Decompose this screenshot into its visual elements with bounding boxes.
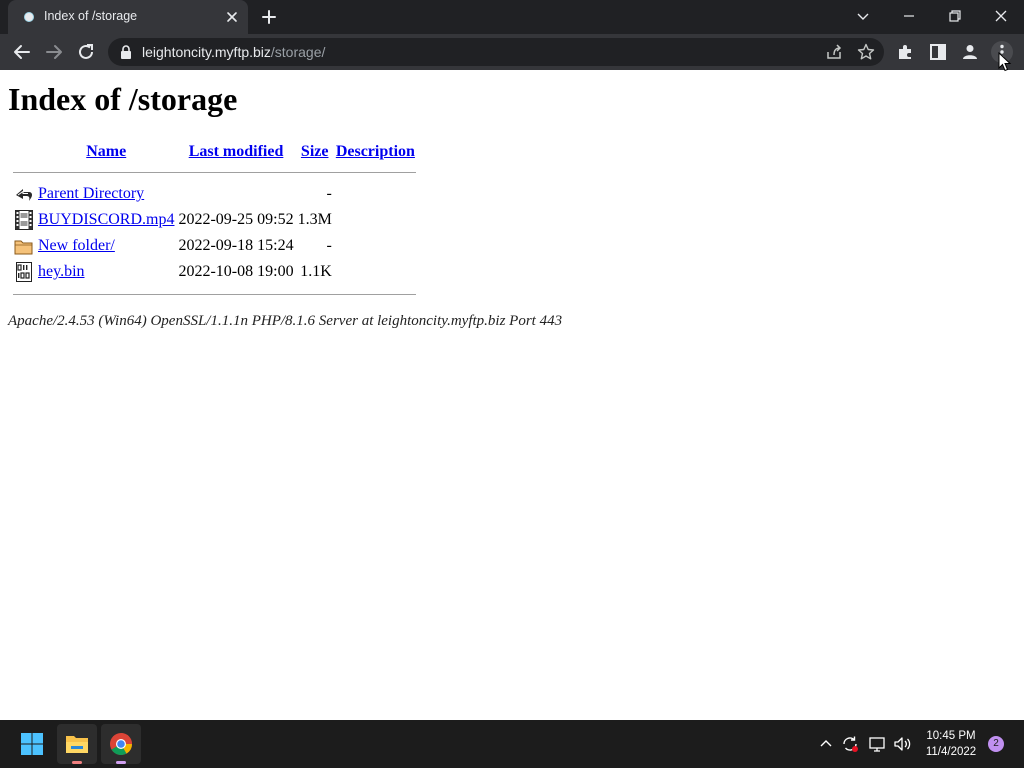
entry-description-cell <box>335 208 416 232</box>
profile-icon[interactable] <box>958 40 982 64</box>
tab-index-of-storage[interactable]: Index of /storage <box>8 0 248 34</box>
sync-icon[interactable] <box>840 734 860 754</box>
restore-icon[interactable] <box>942 4 968 28</box>
folder-link-new-folder[interactable]: New folder/ <box>38 237 115 254</box>
page-title: Index of /storage <box>8 81 238 117</box>
folder-icon <box>14 240 33 255</box>
directory-listing-table: Name Last modified Size Description Pare… <box>11 139 418 304</box>
table-row: hey.bin 2022-10-08 19:00 1.1K <box>13 260 416 284</box>
bookmark-star-icon[interactable] <box>856 42 876 62</box>
entry-name-cell: hey.bin <box>37 260 175 284</box>
description-column-header: Description <box>335 141 416 162</box>
notification-badge[interactable]: 2 <box>988 736 1004 752</box>
url-host: leightoncity.myftp.biz <box>142 44 271 60</box>
binary-file-icon <box>16 262 32 282</box>
entry-modified-cell: 2022-09-25 09:52 <box>178 211 294 228</box>
file-link-hey-bin[interactable]: hey.bin <box>38 263 85 280</box>
divider-row <box>13 164 416 180</box>
entry-modified-cell <box>177 182 294 206</box>
share-icon[interactable] <box>824 42 844 62</box>
entry-size-cell: 1.3M <box>297 211 332 228</box>
mouse-cursor-icon <box>998 52 1012 72</box>
entry-size-cell: 1.1K <box>300 263 332 280</box>
file-explorer-icon <box>66 736 88 753</box>
browser-title-bar: Index of /storage <box>0 0 1024 34</box>
url-text[interactable]: leightoncity.myftp.biz/storage/ <box>142 44 325 60</box>
server-signature: Apache/2.4.53 (Win64) OpenSSL/1.1.1n PHP… <box>8 313 563 329</box>
minimize-icon[interactable] <box>896 4 922 28</box>
close-window-icon[interactable] <box>988 4 1014 28</box>
clock-time: 10:45 PM <box>926 730 976 742</box>
divider <box>13 171 416 173</box>
extensions-puzzle-icon[interactable] <box>894 40 918 64</box>
sort-by-size-link[interactable]: Size <box>301 143 329 160</box>
divider <box>13 293 416 295</box>
table-row: BUYDISCORD.mp4 2022-09-25 09:52 1.3M <box>13 208 416 232</box>
sort-by-name-link[interactable]: Name <box>86 143 126 160</box>
last-modified-column-header: Last modified <box>177 141 294 162</box>
entry-icon-cell <box>13 208 35 232</box>
chrome-icon <box>110 733 132 755</box>
network-icon[interactable] <box>868 734 888 754</box>
reload-icon[interactable] <box>74 40 98 64</box>
close-tab-icon[interactable] <box>222 7 242 27</box>
entry-icon-cell <box>13 182 35 206</box>
file-link-buydiscord[interactable]: BUYDISCORD.mp4 <box>38 211 174 228</box>
table-row: Parent Directory - <box>13 182 416 206</box>
windows-start-icon[interactable] <box>20 732 44 756</box>
side-panel-icon[interactable] <box>926 40 950 64</box>
entry-description-cell <box>335 182 416 206</box>
running-indicator <box>72 761 82 764</box>
entry-icon-cell <box>13 234 35 258</box>
entry-modified-cell: 2022-09-18 15:24 <box>178 237 294 254</box>
page-content: Index of /storage Name Last modified Siz… <box>8 71 1008 711</box>
table-row: New folder/ 2022-09-18 15:24 - <box>13 234 416 258</box>
clock-date: 11/4/2022 <box>925 746 977 758</box>
entry-name-cell: Parent Directory <box>37 182 175 206</box>
tab-search-chevron-icon[interactable] <box>850 4 876 28</box>
video-file-icon <box>15 210 33 230</box>
url-path: /storage/ <box>270 44 326 60</box>
entry-name-cell: BUYDISCORD.mp4 <box>37 208 175 232</box>
taskbar-clock[interactable]: 10:45 PM 11/4/2022 <box>918 728 984 760</box>
forward-icon[interactable] <box>42 40 66 64</box>
lock-icon[interactable] <box>120 45 132 59</box>
sort-by-description-link[interactable]: Description <box>336 143 415 160</box>
table-header-row: Name Last modified Size Description <box>13 141 416 162</box>
chrome-taskbar-button[interactable] <box>101 724 141 764</box>
volume-icon[interactable] <box>892 734 912 754</box>
size-column-header: Size <box>297 141 333 162</box>
entry-name-cell: New folder/ <box>37 234 175 258</box>
entry-modified-cell: 2022-10-08 19:00 <box>178 263 294 280</box>
parent-directory-link[interactable]: Parent Directory <box>38 185 144 202</box>
back-arrow-icon <box>16 189 33 201</box>
sort-by-last-modified-link[interactable]: Last modified <box>189 143 284 160</box>
entry-description-cell <box>335 260 416 284</box>
divider-row <box>13 286 416 302</box>
entry-icon-cell <box>13 260 35 284</box>
show-hidden-icons-chevron-icon[interactable] <box>816 734 836 754</box>
icon-column-header <box>13 141 35 162</box>
back-icon[interactable] <box>10 40 34 64</box>
file-explorer-taskbar-button[interactable] <box>57 724 97 764</box>
address-bar[interactable]: leightoncity.myftp.biz/storage/ <box>108 38 884 66</box>
entry-size-cell: - <box>326 237 332 254</box>
name-column-header: Name <box>37 141 175 162</box>
running-indicator <box>116 761 126 764</box>
browser-toolbar: leightoncity.myftp.biz/storage/ <box>0 34 1024 70</box>
entry-description-cell <box>335 234 416 258</box>
entry-size-cell: - <box>326 185 332 202</box>
tab-title: Index of /storage <box>44 9 138 23</box>
favicon-icon <box>24 12 34 22</box>
taskbar: 10:45 PM 11/4/2022 <box>0 720 1024 768</box>
new-tab-icon[interactable] <box>258 6 280 28</box>
